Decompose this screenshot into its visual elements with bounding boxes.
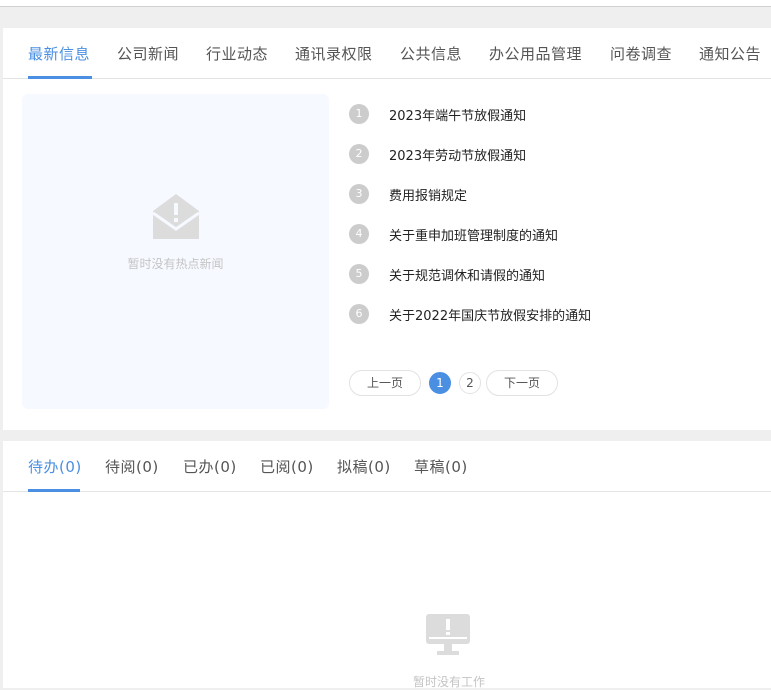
item-number: 3 bbox=[349, 184, 369, 204]
tab-latest[interactable]: 最新信息 bbox=[28, 43, 90, 64]
item-title[interactable]: 费用报销规定 bbox=[389, 185, 467, 204]
prev-page-button[interactable]: 上一页 bbox=[349, 370, 421, 396]
item-number: 6 bbox=[349, 304, 369, 324]
item-number: 1 bbox=[349, 104, 369, 124]
item-title[interactable]: 关于重申加班管理制度的通知 bbox=[389, 225, 558, 244]
tab-done[interactable]: 已办(0) bbox=[183, 456, 237, 477]
active-tab-underline bbox=[28, 489, 80, 492]
tab-company-news[interactable]: 公司新闻 bbox=[117, 43, 179, 64]
news-item[interactable]: 6 关于2022年国庆节放假安排的通知 bbox=[349, 304, 591, 324]
monitor-alert-icon bbox=[426, 614, 470, 655]
news-card: 最新信息 公司新闻 行业动态 通讯录权限 公共信息 办公用品管理 问卷调查 通知… bbox=[3, 28, 771, 430]
active-tab-underline bbox=[28, 76, 92, 79]
item-title[interactable]: 2023年劳动节放假通知 bbox=[389, 145, 526, 164]
tab-survey[interactable]: 问卷调查 bbox=[610, 43, 672, 64]
tab-public-info[interactable]: 公共信息 bbox=[400, 43, 462, 64]
item-title[interactable]: 2023年端午节放假通知 bbox=[389, 105, 526, 124]
news-tabs: 最新信息 公司新闻 行业动态 通讯录权限 公共信息 办公用品管理 问卷调查 通知… bbox=[3, 28, 771, 79]
tab-drafting[interactable]: 拟稿(0) bbox=[337, 456, 391, 477]
tab-notices[interactable]: 通知公告 bbox=[699, 43, 761, 64]
item-number: 4 bbox=[349, 224, 369, 244]
tab-to-read[interactable]: 待阅(0) bbox=[105, 456, 159, 477]
news-item[interactable]: 5 关于规范调休和请假的通知 bbox=[349, 264, 545, 284]
news-item[interactable]: 4 关于重申加班管理制度的通知 bbox=[349, 224, 558, 244]
item-title[interactable]: 关于2022年国庆节放假安排的通知 bbox=[389, 305, 591, 324]
news-item[interactable]: 3 费用报销规定 bbox=[349, 184, 467, 204]
tab-industry[interactable]: 行业动态 bbox=[206, 43, 268, 64]
hot-news-panel: 暂时没有热点新闻 bbox=[22, 94, 329, 409]
news-item[interactable]: 1 2023年端午节放假通知 bbox=[349, 104, 526, 124]
page-2-button[interactable]: 2 bbox=[459, 372, 481, 394]
page-1-button[interactable]: 1 bbox=[429, 372, 451, 394]
tab-todo[interactable]: 待办(0) bbox=[28, 456, 82, 477]
top-bar bbox=[0, 0, 771, 7]
next-page-button[interactable]: 下一页 bbox=[486, 370, 558, 396]
item-number: 5 bbox=[349, 264, 369, 284]
tab-drafts[interactable]: 草稿(0) bbox=[414, 456, 468, 477]
hot-news-empty-text: 暂时没有热点新闻 bbox=[127, 257, 224, 271]
tab-read[interactable]: 已阅(0) bbox=[260, 456, 314, 477]
item-number: 2 bbox=[349, 144, 369, 164]
work-empty-text: 暂时没有工作 bbox=[412, 675, 485, 689]
work-card: 待办(0) 待阅(0) 已办(0) 已阅(0) 拟稿(0) 草稿(0) 暂时没有… bbox=[3, 441, 771, 689]
work-tabs: 待办(0) 待阅(0) 已办(0) 已阅(0) 拟稿(0) 草稿(0) bbox=[3, 441, 771, 492]
tab-office-supplies[interactable]: 办公用品管理 bbox=[489, 43, 582, 64]
tab-contacts-permission[interactable]: 通讯录权限 bbox=[295, 43, 373, 64]
item-title[interactable]: 关于规范调休和请假的通知 bbox=[389, 265, 545, 284]
news-item[interactable]: 2 2023年劳动节放假通知 bbox=[349, 144, 526, 164]
envelope-alert-icon bbox=[152, 194, 200, 239]
